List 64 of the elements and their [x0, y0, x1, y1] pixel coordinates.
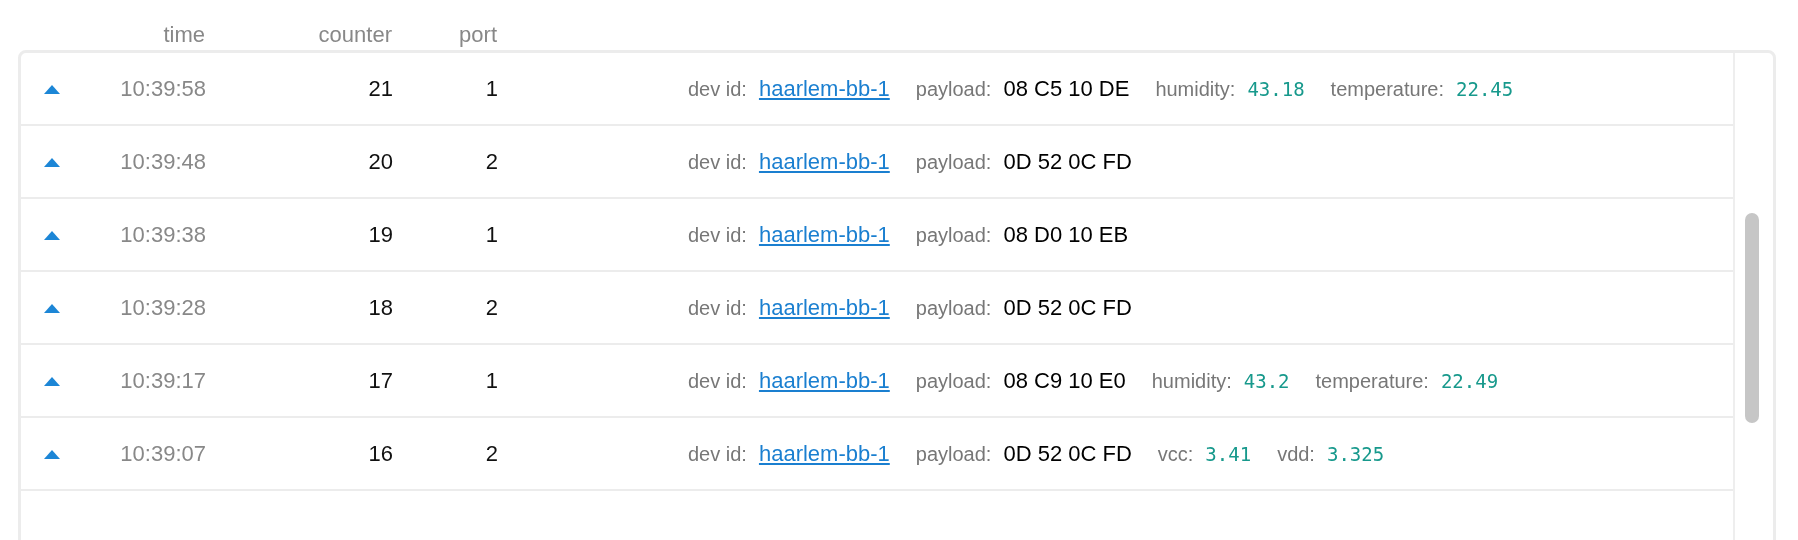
uplink-triangle-icon: [44, 83, 60, 94]
time-cell-text: 10:39:48: [119, 148, 206, 175]
counter-cell-text: 21: [367, 75, 393, 102]
field-label: dev id:: [688, 296, 747, 320]
field-label: humidity:: [1151, 369, 1232, 393]
column-header: port: [458, 22, 497, 48]
field-value: 3.325: [1326, 442, 1385, 465]
field-value: 43.2: [1243, 369, 1290, 392]
payload-value: 0D 52 0C FD: [1003, 294, 1132, 321]
field-label: payload:: [915, 77, 992, 101]
port-cell-text: 2: [484, 148, 498, 175]
field-label: payload:: [915, 369, 992, 393]
payload-value: 08 D0 10 EB: [1003, 221, 1129, 248]
field-label: dev id:: [688, 442, 747, 466]
counter-cell-text: 17: [367, 367, 393, 394]
uplink-triangle-icon: [44, 448, 60, 459]
uplink-triangle-icon: [44, 156, 60, 167]
counter-cell-text: 18: [367, 294, 393, 321]
field-value: 3.41: [1205, 442, 1252, 465]
column-header: time: [162, 22, 205, 48]
field-label: payload:: [915, 223, 992, 247]
column-header: counter: [317, 22, 392, 48]
scrollbar-thumb[interactable]: [1745, 213, 1759, 423]
counter-cell-text: 19: [367, 221, 393, 248]
time-cell-text: 10:39:28: [119, 294, 206, 321]
field-label: temperature:: [1315, 369, 1429, 393]
field-value: 43.18: [1247, 77, 1305, 100]
counter-cell-text: 20: [367, 148, 393, 175]
payload-value: 08 C9 10 E0: [1003, 367, 1126, 394]
port-cell-text: 2: [484, 440, 498, 467]
field-label: humidity:: [1155, 77, 1236, 101]
uplink-triangle-icon: [44, 375, 60, 386]
field-label: temperature:: [1330, 77, 1444, 101]
field-value: 22.45: [1456, 77, 1514, 100]
uplink-triangle-icon: [44, 229, 60, 240]
time-cell-text: 10:39:07: [119, 440, 206, 467]
device-id-link[interactable]: haarlem-bb-1: [758, 367, 890, 394]
time-cell-text: 10:39:38: [119, 221, 206, 248]
time-cell-text: 10:39:17: [119, 367, 206, 394]
device-id-link[interactable]: haarlem-bb-1: [758, 148, 890, 175]
port-cell-text: 1: [484, 367, 498, 394]
field-label: payload:: [915, 296, 992, 320]
payload-value: 0D 52 0C FD: [1003, 440, 1132, 467]
field-value: 22.49: [1440, 369, 1499, 392]
port-cell-text: 1: [484, 221, 498, 248]
device-id-link[interactable]: haarlem-bb-1: [758, 75, 890, 102]
device-id-link[interactable]: haarlem-bb-1: [758, 440, 890, 467]
counter-cell-text: 16: [367, 440, 393, 467]
port-cell-text: 2: [484, 294, 498, 321]
payload-value: 0D 52 0C FD: [1003, 148, 1132, 175]
payload-value: 08 C5 10 DE: [1003, 75, 1130, 102]
device-id-link[interactable]: haarlem-bb-1: [758, 221, 890, 248]
field-label: dev id:: [688, 223, 747, 247]
port-cell-text: 1: [484, 75, 498, 102]
field-label: vdd:: [1277, 442, 1315, 466]
uplink-triangle-icon: [44, 302, 60, 313]
field-label: dev id:: [688, 150, 747, 174]
time-cell-text: 10:39:58: [119, 75, 206, 102]
field-label: dev id:: [688, 369, 747, 393]
field-label: dev id:: [688, 77, 747, 101]
field-label: payload:: [915, 442, 992, 466]
field-label: payload:: [915, 150, 992, 174]
field-label: vcc:: [1157, 442, 1194, 466]
device-id-link[interactable]: haarlem-bb-1: [758, 294, 890, 321]
